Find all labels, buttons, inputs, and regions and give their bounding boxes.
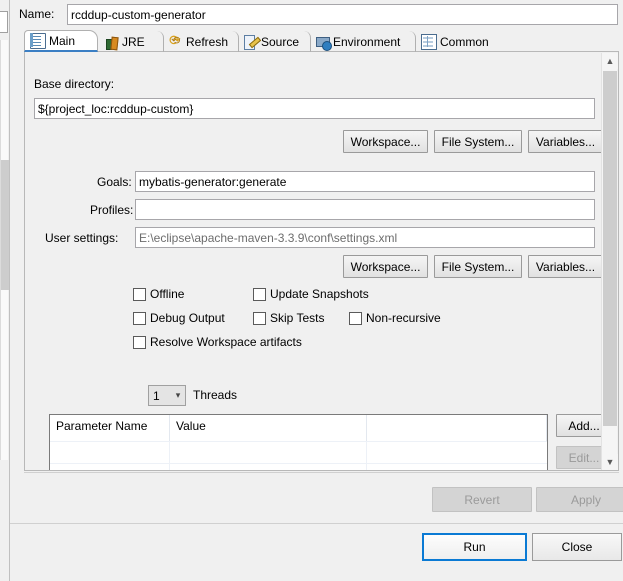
threads-dropdown[interactable]: 1 ▾ (148, 385, 186, 406)
debug-output-label: Debug Output (150, 311, 225, 325)
debug-output-checkbox[interactable] (133, 311, 146, 325)
run-configuration-dialog: Name: Main JRE Refresh Source E (10, 0, 623, 581)
table-cell (367, 442, 547, 463)
table-row[interactable] (50, 463, 547, 470)
user-settings-workspace-button[interactable]: Workspace... (343, 255, 428, 278)
table-cell (170, 442, 367, 463)
tab-source-label: Source (261, 34, 300, 49)
main-tab-panel: Base directory: Workspace... File System… (24, 52, 619, 471)
footer-separator (10, 523, 623, 524)
tab-refresh[interactable]: Refresh (164, 31, 239, 52)
user-settings-input[interactable] (135, 227, 595, 248)
parameters-table[interactable]: Parameter Name Value (49, 414, 548, 470)
base-directory-workspace-button[interactable]: Workspace... (343, 130, 428, 153)
profiles-input[interactable] (135, 199, 595, 220)
base-directory-variables-button[interactable]: Variables... (528, 130, 603, 153)
run-button[interactable]: Run (422, 533, 527, 561)
refresh-icon (169, 32, 183, 49)
tab-environment[interactable]: Environment (311, 31, 416, 52)
table-cell (50, 442, 170, 463)
adjacent-panel-sliver (0, 0, 10, 581)
chevron-down-icon: ▾ (175, 390, 181, 400)
threads-value: 1 (153, 388, 160, 403)
apply-button: Apply (536, 487, 623, 512)
update-snapshots-label: Update Snapshots (270, 287, 369, 301)
resolve-workspace-artifacts-label: Resolve Workspace artifacts (150, 335, 302, 349)
table-icon (421, 33, 437, 50)
panel-vertical-scrollbar[interactable]: ▲ ▼ (601, 53, 618, 470)
offline-checkbox[interactable] (133, 287, 146, 301)
books-icon (105, 35, 119, 50)
offline-label: Offline (150, 287, 185, 301)
profiles-label: Profiles: (90, 203, 134, 217)
resolve-workspace-artifacts-checkbox[interactable] (133, 335, 146, 349)
table-row[interactable] (50, 441, 547, 463)
table-cell (50, 464, 170, 470)
adjacent-panel-scrollbar-track[interactable] (0, 40, 9, 460)
base-directory-file-system-button[interactable]: File System... (434, 130, 522, 153)
scroll-up-arrow-icon[interactable]: ▲ (602, 53, 618, 69)
adjacent-panel-field-edge (0, 11, 8, 33)
tab-common-label: Common (440, 34, 489, 49)
tab-refresh-label: Refresh (186, 34, 229, 49)
base-directory-input[interactable] (34, 98, 595, 119)
user-settings-variables-button[interactable]: Variables... (528, 255, 603, 278)
skip-tests-label: Skip Tests (270, 311, 325, 325)
goals-label: Goals: (97, 175, 132, 189)
threads-label: Threads (193, 388, 238, 402)
non-recursive-label: Non-recursive (366, 311, 441, 325)
configuration-name-row: Name: (19, 4, 619, 26)
skip-tests-checkbox[interactable] (253, 311, 266, 325)
table-cell (170, 464, 367, 470)
table-cell (367, 464, 547, 470)
tab-folder: Main JRE Refresh Source Environment Comm… (24, 30, 619, 471)
user-settings-file-system-button[interactable]: File System... (434, 255, 522, 278)
update-snapshots-checkbox[interactable] (253, 287, 266, 301)
debug-output-checkbox-row[interactable]: Debug Output (133, 311, 225, 325)
tab-jre-label: JRE (122, 34, 145, 49)
tab-main[interactable]: Main (24, 30, 98, 52)
main-tab-scroll-content: Base directory: Workspace... File System… (25, 52, 612, 470)
column-header-extra (367, 415, 547, 441)
column-header-value: Value (170, 415, 367, 441)
adjacent-panel-scrollbar-thumb[interactable] (1, 160, 9, 290)
skip-tests-checkbox-row[interactable]: Skip Tests (253, 311, 324, 325)
user-settings-label: User settings: (45, 231, 119, 245)
scroll-down-arrow-icon[interactable]: ▼ (602, 454, 618, 470)
table-header-row: Parameter Name Value (50, 415, 547, 441)
update-snapshots-checkbox-row[interactable]: Update Snapshots (253, 287, 369, 301)
scrollbar-thumb[interactable] (603, 71, 617, 426)
document-icon (30, 32, 46, 49)
column-header-parameter-name: Parameter Name (50, 415, 170, 441)
offline-checkbox-row[interactable]: Offline (133, 287, 184, 301)
base-directory-label: Base directory: (34, 77, 115, 91)
tab-jre[interactable]: JRE (100, 31, 164, 52)
tab-main-label: Main (49, 33, 76, 48)
environment-icon (316, 35, 332, 51)
goals-input[interactable] (135, 171, 595, 192)
configuration-name-input[interactable] (67, 4, 618, 25)
non-recursive-checkbox[interactable] (349, 311, 362, 325)
source-pencil-icon (244, 34, 258, 50)
tab-source[interactable]: Source (239, 31, 311, 52)
tab-common[interactable]: Common (416, 31, 499, 52)
non-recursive-checkbox-row[interactable]: Non-recursive (349, 311, 441, 325)
configuration-name-label: Name: (19, 7, 55, 21)
revert-button: Revert (432, 487, 532, 512)
close-button[interactable]: Close (532, 533, 622, 561)
tab-environment-label: Environment (333, 34, 401, 49)
apply-revert-bar: Revert Apply (24, 472, 623, 512)
resolve-workspace-artifacts-checkbox-row[interactable]: Resolve Workspace artifacts (133, 335, 302, 349)
tab-strip: Main JRE Refresh Source Environment Comm… (24, 30, 619, 52)
